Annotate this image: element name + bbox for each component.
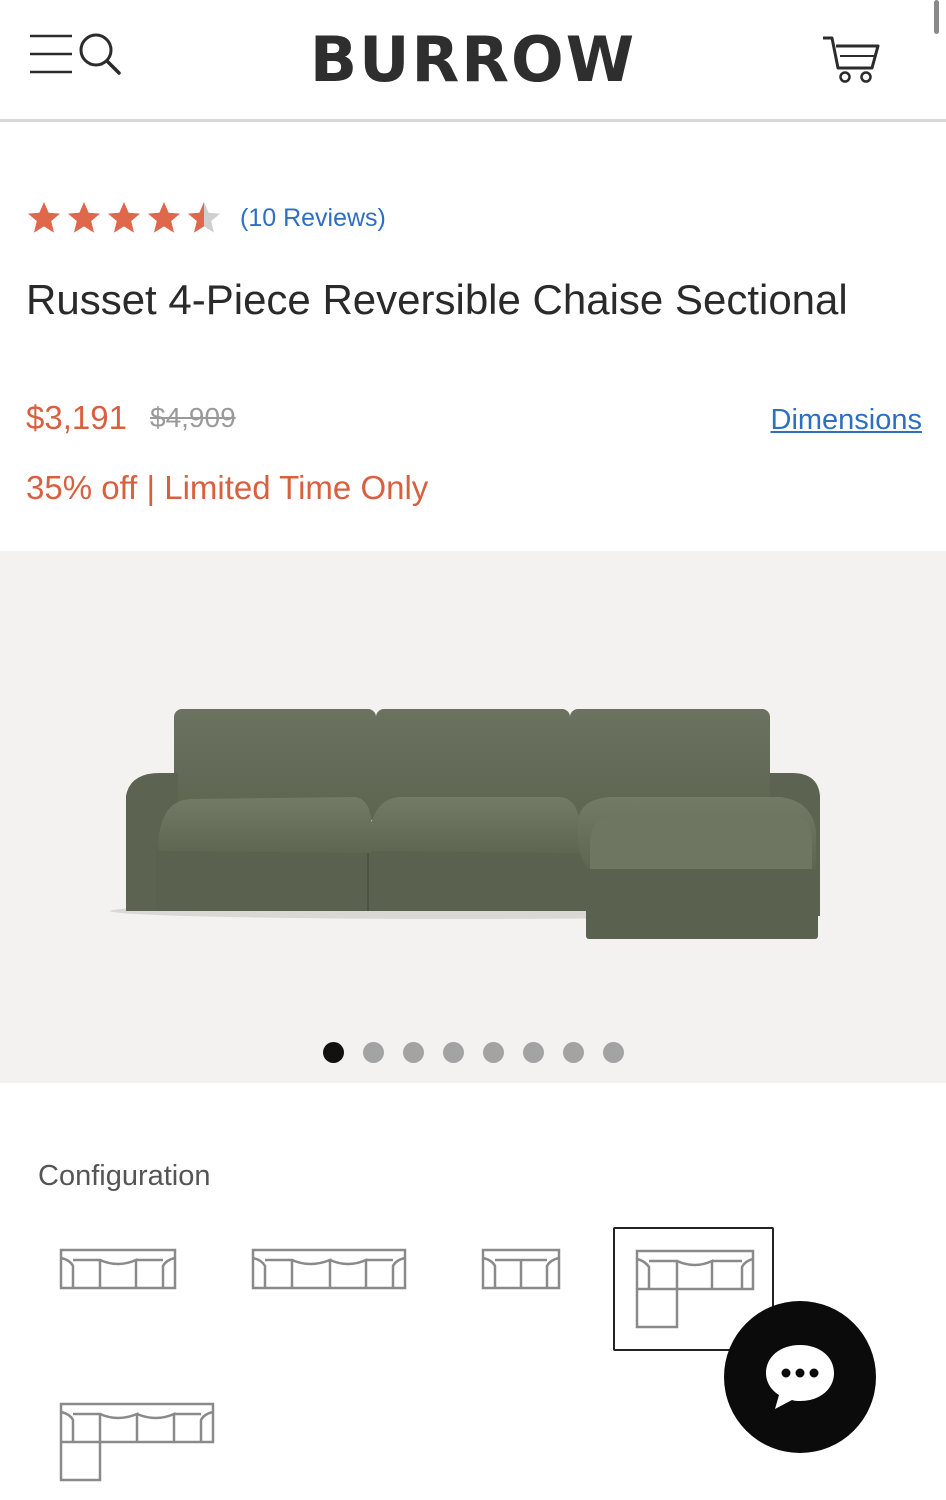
chat-button[interactable] [724,1301,876,1453]
shopping-cart-icon [823,36,880,83]
product-rating: (10 Reviews) [26,198,386,238]
star-full-icon [28,202,60,233]
gallery-dot[interactable] [442,1042,464,1063]
chat-bubble-icon [766,1345,834,1409]
gallery-dot[interactable] [522,1042,544,1063]
sofa-image [110,709,820,939]
price-row: $3,191 $4,909 Dimensions [26,396,922,440]
gallery-dot[interactable] [402,1042,424,1063]
star-full-icon [108,202,140,233]
star-rating [26,200,222,236]
gallery-dot[interactable] [602,1042,624,1063]
sale-price: $3,191 [26,399,127,436]
promo-text: 35% off | Limited Time Only [26,469,429,506]
four-seat-sofa-icon [251,1248,407,1290]
brand-logo[interactable]: BURROW [0,24,946,96]
config-option-3-seat[interactable] [50,1236,190,1306]
reviews-link[interactable]: (10 Reviews) [240,200,386,236]
product-title: Russet 4-Piece Reversible Chaise Section… [26,276,848,323]
gallery-dot[interactable] [362,1042,384,1063]
config-option-l-sectional[interactable] [50,1392,226,1492]
product-gallery[interactable] [0,551,946,1083]
dimensions-link[interactable]: Dimensions [771,400,923,440]
scrollbar[interactable] [934,0,939,34]
star-half-icon [188,202,220,233]
gallery-dot[interactable] [322,1042,344,1063]
original-price: $4,909 [150,402,236,433]
gallery-dot[interactable] [482,1042,504,1063]
loveseat-icon [481,1248,561,1290]
config-option-2-seat[interactable] [472,1236,572,1306]
l-sectional-icon [59,1402,215,1482]
configuration-label: Configuration [38,1160,211,1192]
config-option-4-seat[interactable] [242,1236,417,1306]
cart-button[interactable] [820,34,882,86]
gallery-dot[interactable] [562,1042,584,1063]
three-seat-sofa-icon [59,1248,177,1290]
star-full-icon [148,202,180,233]
star-full-icon [68,202,100,233]
site-header: BURROW [0,0,946,122]
gallery-pagination [0,1042,946,1064]
